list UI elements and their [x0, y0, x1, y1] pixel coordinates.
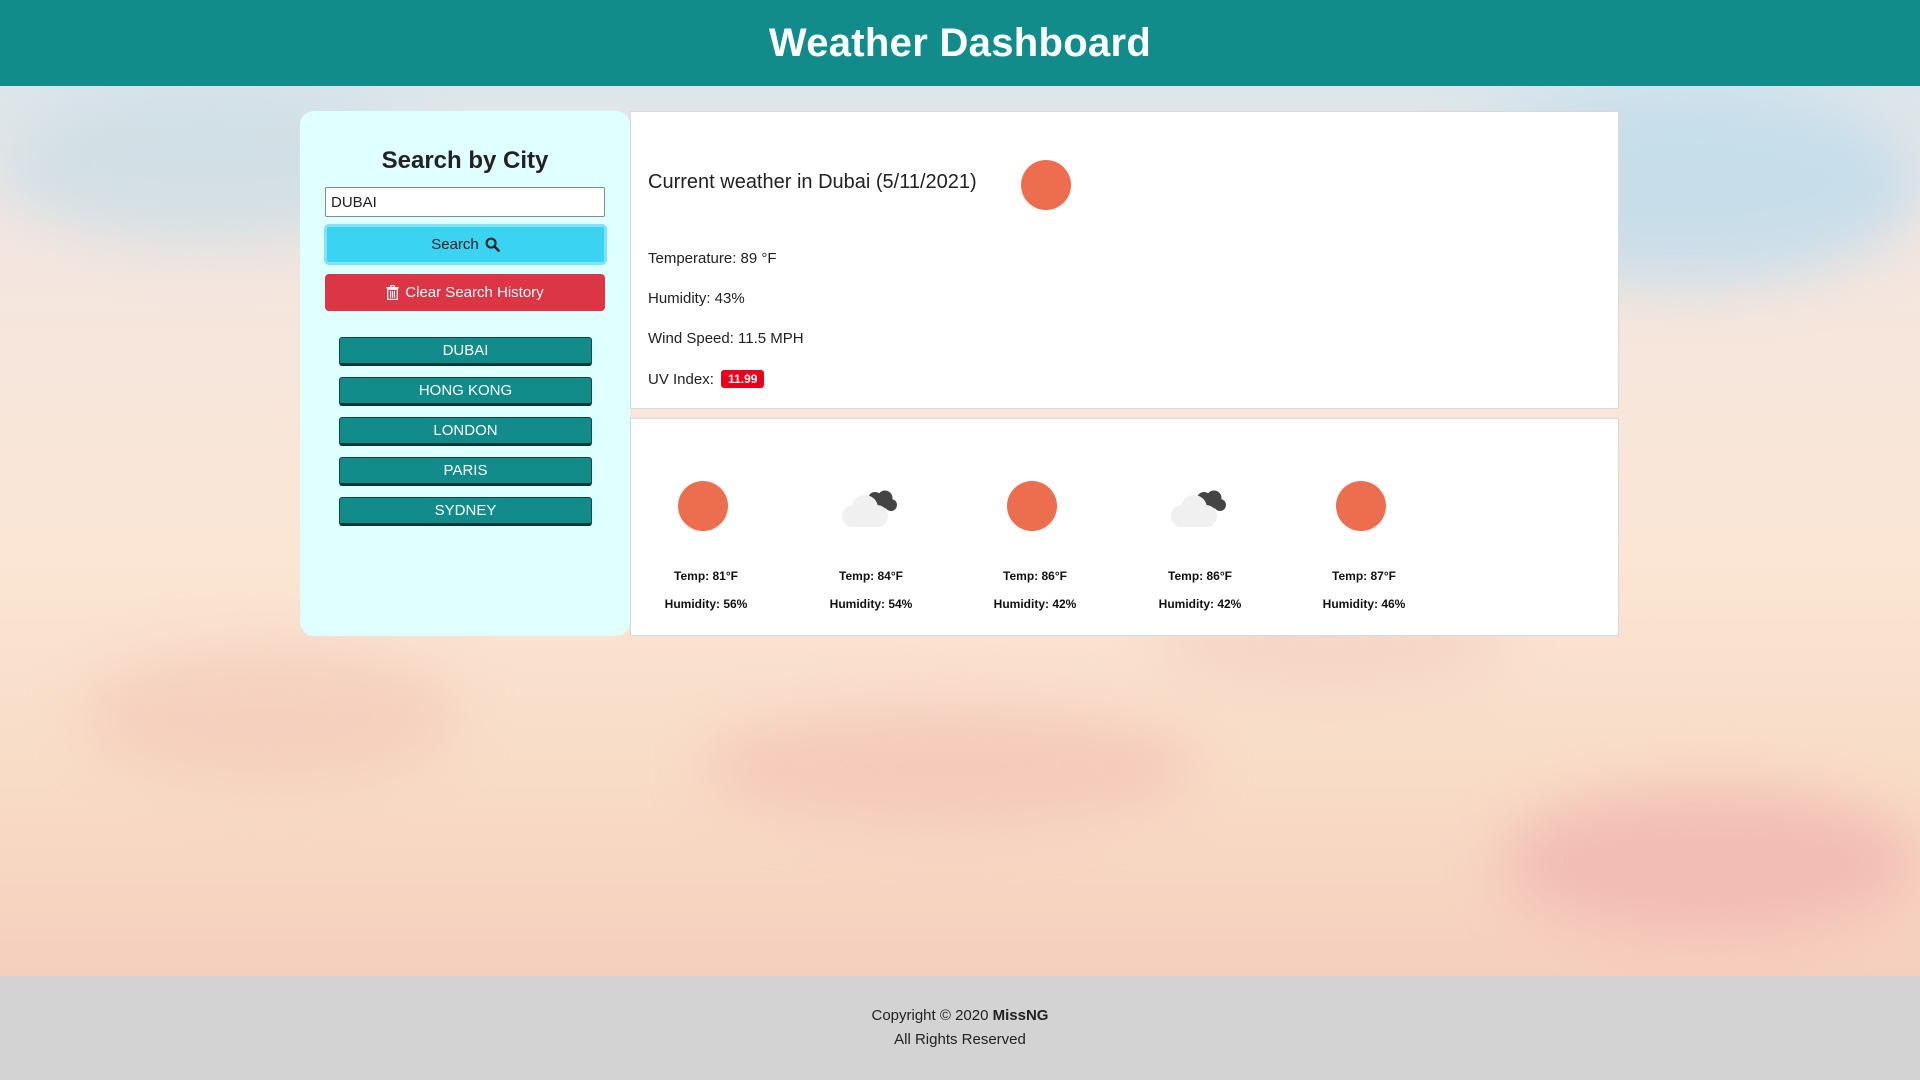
search-button[interactable]: Search: [324, 224, 607, 265]
rights-text: All Rights Reserved: [894, 1031, 1026, 1048]
history-city-button[interactable]: PARIS: [339, 457, 592, 486]
search-panel: Search by City Search Clear Search Histo…: [300, 111, 630, 636]
forecast-day: Temp: 86°F Humidity: 42%: [960, 419, 1110, 637]
history-city-button[interactable]: SYDNEY: [339, 497, 592, 526]
forecast-temp: Temp: 87°F: [1332, 569, 1396, 583]
forecast-day: Temp: 86°F Humidity: 42%: [1125, 419, 1275, 637]
forecast-humidity: Humidity: 56%: [664, 597, 748, 611]
current-uv-index: UV Index: 11.99: [648, 370, 765, 388]
history-city-button[interactable]: LONDON: [339, 417, 592, 446]
search-button-label: Search: [431, 236, 479, 253]
city-search-input[interactable]: [325, 187, 605, 217]
uv-label: UV Index:: [648, 371, 714, 388]
search-icon: [485, 237, 500, 252]
forecast-temp: Temp: 86°F: [1003, 569, 1067, 583]
forecast-temp: Temp: 84°F: [839, 569, 903, 583]
author-name: MissNG: [992, 1007, 1049, 1024]
current-humidity: Humidity: 43%: [648, 290, 745, 307]
current-wind-speed: Wind Speed: 11.5 MPH: [648, 330, 804, 347]
forecast-day: Temp: 84°F Humidity: 54%: [796, 419, 946, 637]
copyright-line: Copyright © 2020 MissNG: [0, 1004, 1920, 1028]
search-history-list: DUBAI HONG KONG LONDON PARIS SYDNEY: [339, 337, 630, 526]
current-weather-card: Current weather in Dubai (5/11/2021) Tem…: [630, 111, 1619, 409]
cloud-icon: [1162, 481, 1234, 531]
sun-icon: [1021, 160, 1071, 210]
forecast-day: Temp: 81°F Humidity: 56%: [631, 419, 781, 637]
page-title: Weather Dashboard: [768, 20, 1152, 65]
copyright-text: Copyright © 2020: [871, 1007, 989, 1024]
forecast-humidity: Humidity: 42%: [1158, 597, 1242, 611]
current-temperature: Temperature: 89 °F: [648, 250, 777, 267]
forecast-humidity: Humidity: 54%: [829, 597, 913, 611]
forecast-humidity: Humidity: 42%: [993, 597, 1077, 611]
clear-button-label: Clear Search History: [405, 284, 544, 301]
history-city-button[interactable]: HONG KONG: [339, 377, 592, 406]
cloud-icon: [833, 481, 905, 531]
forecast-temp: Temp: 86°F: [1168, 569, 1232, 583]
app-header: Weather Dashboard: [0, 0, 1920, 86]
search-heading: Search by City: [381, 147, 549, 174]
sun-icon: [1007, 481, 1057, 531]
clear-history-button[interactable]: Clear Search History: [325, 274, 605, 311]
forecast-day: Temp: 87°F Humidity: 46%: [1289, 419, 1439, 637]
page-footer: Copyright © 2020 MissNG All Rights Reser…: [0, 976, 1920, 1080]
sun-icon: [1336, 481, 1386, 531]
current-weather-title: Current weather in Dubai (5/11/2021): [648, 171, 977, 193]
history-city-button[interactable]: DUBAI: [339, 337, 592, 366]
uv-badge: 11.99: [721, 370, 765, 388]
forecast-card: Temp: 81°F Humidity: 56% Temp: 84°F Humi…: [630, 418, 1619, 636]
trash-icon: [386, 285, 399, 300]
forecast-temp: Temp: 81°F: [674, 569, 738, 583]
sun-icon: [678, 481, 728, 531]
forecast-humidity: Humidity: 46%: [1322, 597, 1406, 611]
